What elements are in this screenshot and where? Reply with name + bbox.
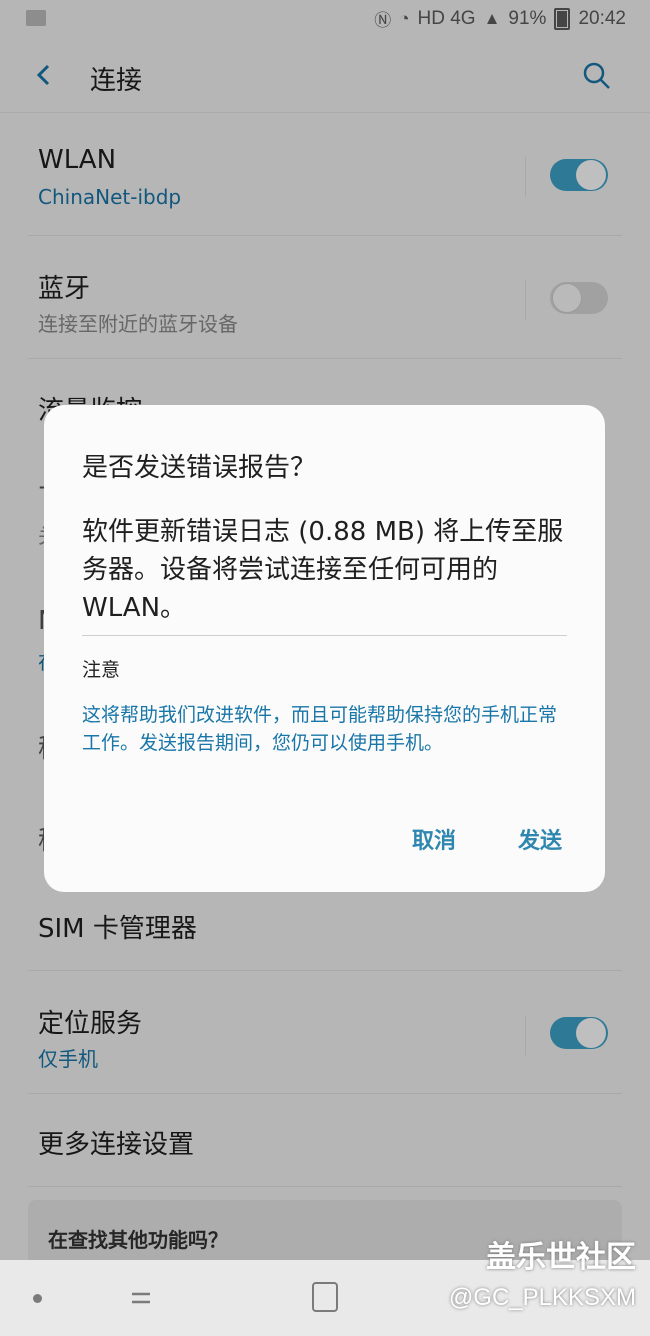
watermark-community: 盖乐世社区	[486, 1240, 636, 1275]
dialog-divider	[82, 635, 567, 636]
recent-apps-icon[interactable]	[128, 1284, 154, 1312]
watermark-handle: @GC_PLKKSXM	[448, 1284, 636, 1311]
dialog-message: 软件更新错误日志 (0.88 MB) 将上传至服务器。设备将尝试连接至任何可用的…	[82, 517, 564, 623]
error-report-dialog: 是否发送错误报告？ 软件更新错误日志 (0.88 MB) 将上传至服务器。设备将…	[44, 405, 605, 892]
home-button-icon[interactable]	[312, 1282, 338, 1312]
cancel-button[interactable]: 取消	[412, 823, 456, 855]
dialog-note-body: 这将帮助我们改进软件，而且可能帮助保持您的手机正常工作。发送报告期间，您仍可以使…	[82, 704, 558, 754]
nav-hide-dot-icon[interactable]	[33, 1294, 42, 1303]
send-button[interactable]: 发送	[518, 823, 562, 855]
dialog-title: 是否发送错误报告？	[82, 453, 317, 483]
dialog-note-title: 注意	[82, 659, 121, 681]
